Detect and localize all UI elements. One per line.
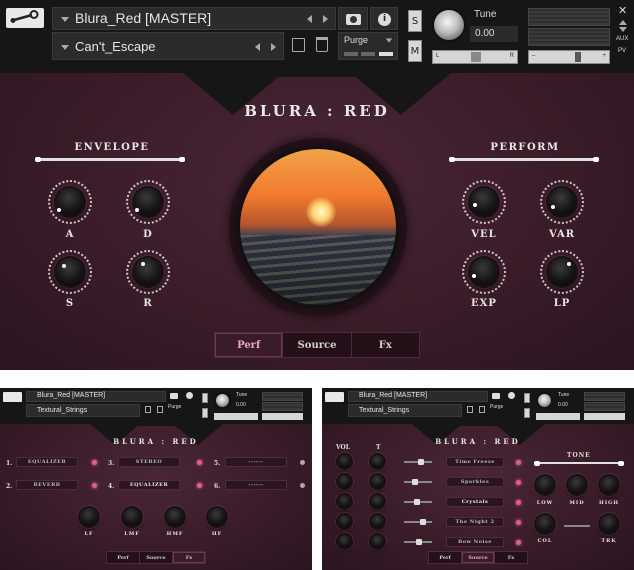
trash-icon[interactable]	[479, 406, 485, 413]
knob-mid[interactable]	[568, 476, 586, 494]
next-instrument-icon[interactable]	[323, 15, 328, 23]
knob-sustain[interactable]	[56, 258, 84, 286]
knob-hf[interactable]	[208, 508, 226, 526]
purge-dropdown[interactable]: Purge	[338, 32, 398, 60]
level-meter-bottom	[528, 28, 610, 46]
volume-slider[interactable]: – +	[528, 50, 610, 64]
solo-button[interactable]: S	[408, 10, 422, 32]
close-icon[interactable]: ✕	[618, 4, 627, 17]
camera-icon[interactable]	[492, 393, 500, 399]
camera-icon	[346, 14, 361, 25]
knob-low[interactable]	[536, 476, 554, 494]
knob-hmf[interactable]	[166, 508, 184, 526]
knob-lf[interactable]	[80, 508, 98, 526]
fx-slot-2[interactable]: REVERB	[16, 480, 78, 490]
wrench-icon[interactable]	[3, 392, 22, 402]
info-icon: i	[378, 13, 391, 26]
knob-col[interactable]	[536, 515, 554, 533]
layer-3[interactable]: Crystals	[446, 497, 504, 507]
knob-lmf[interactable]	[123, 508, 141, 526]
prev-instrument-icon[interactable]	[307, 15, 312, 23]
wrench-icon[interactable]	[325, 392, 344, 402]
aux-button[interactable]: AUX	[616, 36, 628, 42]
fx-slot-4[interactable]: EQUALIZER	[118, 480, 180, 490]
prev-preset-icon[interactable]	[255, 43, 260, 51]
preset-name-field[interactable]: Can't_Escape	[52, 32, 284, 60]
layer-2[interactable]: Sparkles	[446, 477, 504, 487]
fx-view: Blura_Red [MASTER] Textural_Strings Purg…	[0, 388, 312, 570]
fx-slot-1[interactable]: EQUALIZER	[16, 457, 78, 467]
knob-decay[interactable]	[134, 188, 162, 216]
tab-fx[interactable]: Fx	[352, 333, 419, 357]
tune-knob-icon[interactable]	[536, 392, 553, 409]
tone-label: TONE	[567, 452, 591, 459]
instrument-name: Blura_Red [MASTER]	[75, 10, 212, 26]
arrow-up-icon[interactable]	[619, 20, 627, 25]
fx-slot-6[interactable]: ------	[225, 480, 287, 490]
arrow-down-icon[interactable]	[619, 27, 627, 32]
save-icon[interactable]	[145, 406, 151, 413]
knob-trk[interactable]	[600, 515, 618, 533]
src-tab-fx[interactable]: Fx	[495, 552, 527, 563]
pv-button[interactable]: PV	[618, 48, 626, 54]
page-title: BLURA : RED	[244, 102, 390, 120]
fx-instrument-name: Blura_Red [MASTER]	[37, 392, 106, 399]
tune-knob-icon[interactable]	[214, 392, 231, 409]
tab-source[interactable]: Source	[283, 333, 352, 357]
camera-button[interactable]	[338, 7, 368, 30]
trash-icon[interactable]	[157, 406, 163, 413]
src-instrument-name: Blura_Red [MASTER]	[359, 392, 428, 399]
info-icon[interactable]	[186, 392, 193, 399]
layer-4[interactable]: The Night 2	[446, 517, 504, 527]
fx-tab-perf[interactable]: Perf	[107, 552, 140, 563]
src-title: BLURA : RED	[435, 437, 521, 446]
preset-name: Can't_Escape	[75, 39, 156, 54]
knob-variation[interactable]	[548, 188, 576, 216]
save-icon[interactable]	[467, 406, 473, 413]
pan-slider[interactable]: L R	[432, 50, 518, 64]
envelope-label: ENVELOPE	[74, 142, 150, 153]
knob-velocity[interactable]	[470, 188, 498, 216]
src-tab-perf[interactable]: Perf	[429, 552, 462, 563]
fx-tab-fx[interactable]: Fx	[173, 552, 205, 563]
envelope-divider	[35, 157, 185, 162]
knob-expression[interactable]	[470, 258, 498, 286]
tune-knob-icon[interactable]	[432, 8, 466, 42]
knob-high[interactable]	[600, 476, 618, 494]
knob-lowpass[interactable]	[548, 258, 576, 286]
next-preset-icon[interactable]	[271, 43, 276, 51]
fx-slot-5[interactable]: ------	[225, 457, 287, 467]
info-button[interactable]: i	[370, 7, 398, 30]
tune-value-field[interactable]: 0.00	[470, 26, 518, 42]
fx-slot-3[interactable]: STEREO	[118, 457, 180, 467]
pitch-label: T	[376, 444, 381, 451]
fx-tab-source[interactable]: Source	[140, 552, 173, 563]
trash-icon[interactable]	[316, 37, 328, 52]
perform-divider	[449, 157, 599, 162]
vol-label: VOL	[336, 444, 350, 451]
source-view: Blura_Red [MASTER] Textural_Strings Purg…	[322, 388, 634, 570]
layer-1[interactable]: Time Freeze	[446, 457, 504, 467]
src-preset-name: Textural_Strings	[359, 407, 410, 414]
main-view: Blura_Red [MASTER] Can't_Escape i Purge …	[0, 0, 634, 370]
info-icon[interactable]	[508, 392, 515, 399]
artwork-sunset	[237, 146, 399, 308]
src-tab-source[interactable]: Source	[462, 552, 495, 563]
instrument-name-field[interactable]: Blura_Red [MASTER]	[52, 7, 336, 30]
knob-release[interactable]	[134, 258, 162, 286]
tab-bar: Perf Source Fx	[214, 332, 420, 358]
layer-5[interactable]: Bow Noise	[446, 537, 504, 547]
tune-label: Tune	[474, 9, 497, 20]
tab-perf[interactable]: Perf	[215, 333, 284, 357]
wrench-icon[interactable]	[6, 8, 44, 28]
save-icon[interactable]	[292, 38, 305, 52]
level-meter-top	[528, 8, 610, 26]
knob-attack[interactable]	[56, 188, 84, 216]
fx-preset-name: Textural_Strings	[37, 407, 88, 414]
camera-icon[interactable]	[170, 393, 178, 399]
mute-button[interactable]: M	[408, 40, 422, 62]
fx-title: BLURA : RED	[113, 437, 199, 446]
perform-label: PERFORM	[490, 142, 560, 153]
